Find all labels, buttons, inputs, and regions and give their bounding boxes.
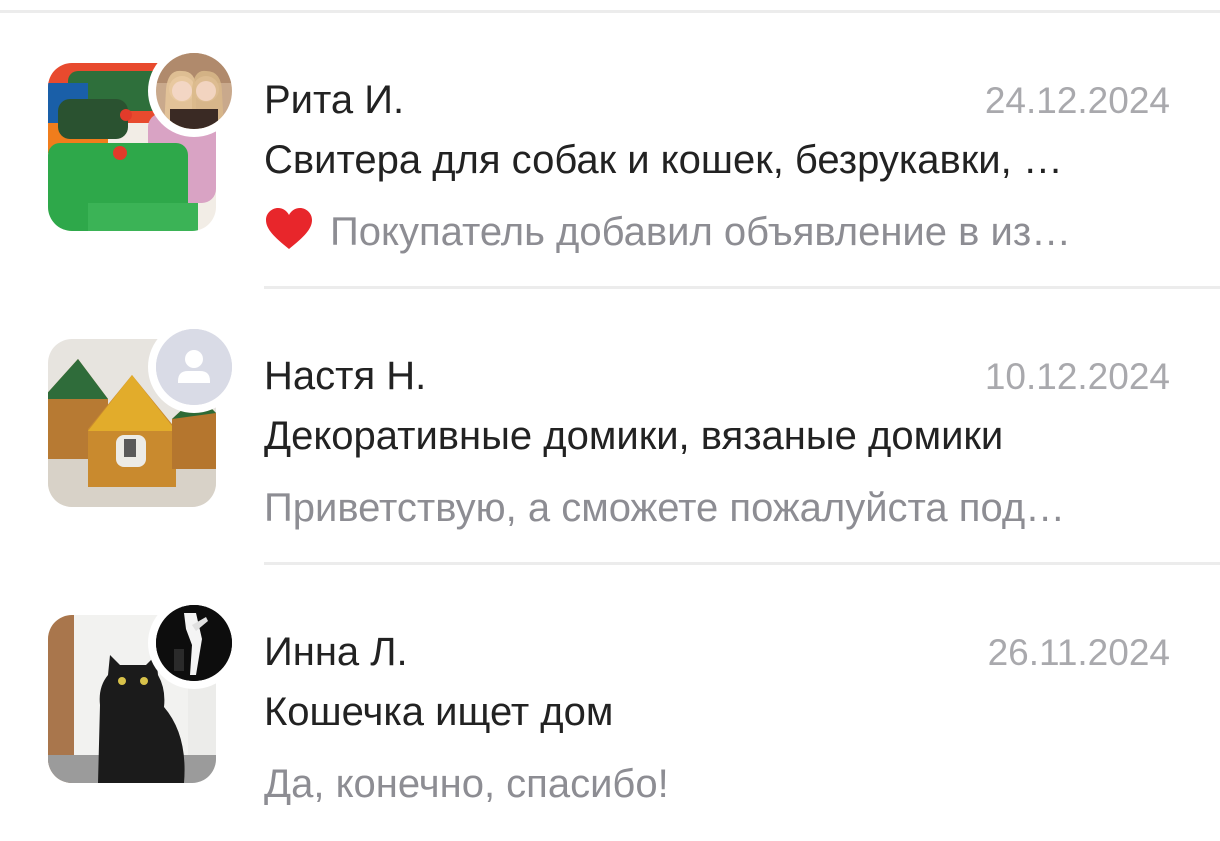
chat-item[interactable]: Настя Н. 10.12.2024 Декоративные домики,…: [0, 289, 1220, 565]
avatar[interactable]: [148, 45, 240, 137]
user-photo: [156, 605, 232, 681]
avatar[interactable]: [148, 321, 240, 413]
preview-text: Покупатель добавил объявление в из…: [330, 210, 1072, 254]
chat-item[interactable]: Рита И. 24.12.2024 Свитера для собак и к…: [0, 13, 1220, 289]
user-photo: [156, 53, 232, 129]
message-date: 24.12.2024: [984, 80, 1170, 121]
default-user-icon: [156, 329, 232, 405]
message-preview: Приветствую, а сможете пожалуйста под…: [264, 482, 1164, 534]
preview-text: Приветствую, а сможете пожалуйста под…: [264, 486, 1066, 530]
contact-name: Рита И.: [264, 78, 405, 122]
contact-name: Настя Н.: [264, 354, 427, 398]
ad-title: Свитера для собак и кошек, безрукавки, …: [264, 138, 1063, 182]
chat-item[interactable]: Инна Л. 26.11.2024 Кошечка ищет дом Да, …: [0, 565, 1220, 841]
preview-text: Да, конечно, спасибо!: [264, 762, 669, 806]
message-preview: Да, конечно, спасибо!: [264, 758, 1164, 810]
ad-title: Кошечка ищет дом: [264, 690, 614, 734]
heart-icon: [266, 208, 312, 249]
contact-name: Инна Л.: [264, 630, 408, 674]
message-date: 26.11.2024: [987, 632, 1170, 673]
ad-title: Декоративные домики, вязаные домики: [264, 414, 1004, 458]
message-preview: Покупатель добавил объявление в из…: [264, 206, 1164, 258]
message-date: 10.12.2024: [984, 356, 1170, 397]
avatar[interactable]: [148, 597, 240, 689]
